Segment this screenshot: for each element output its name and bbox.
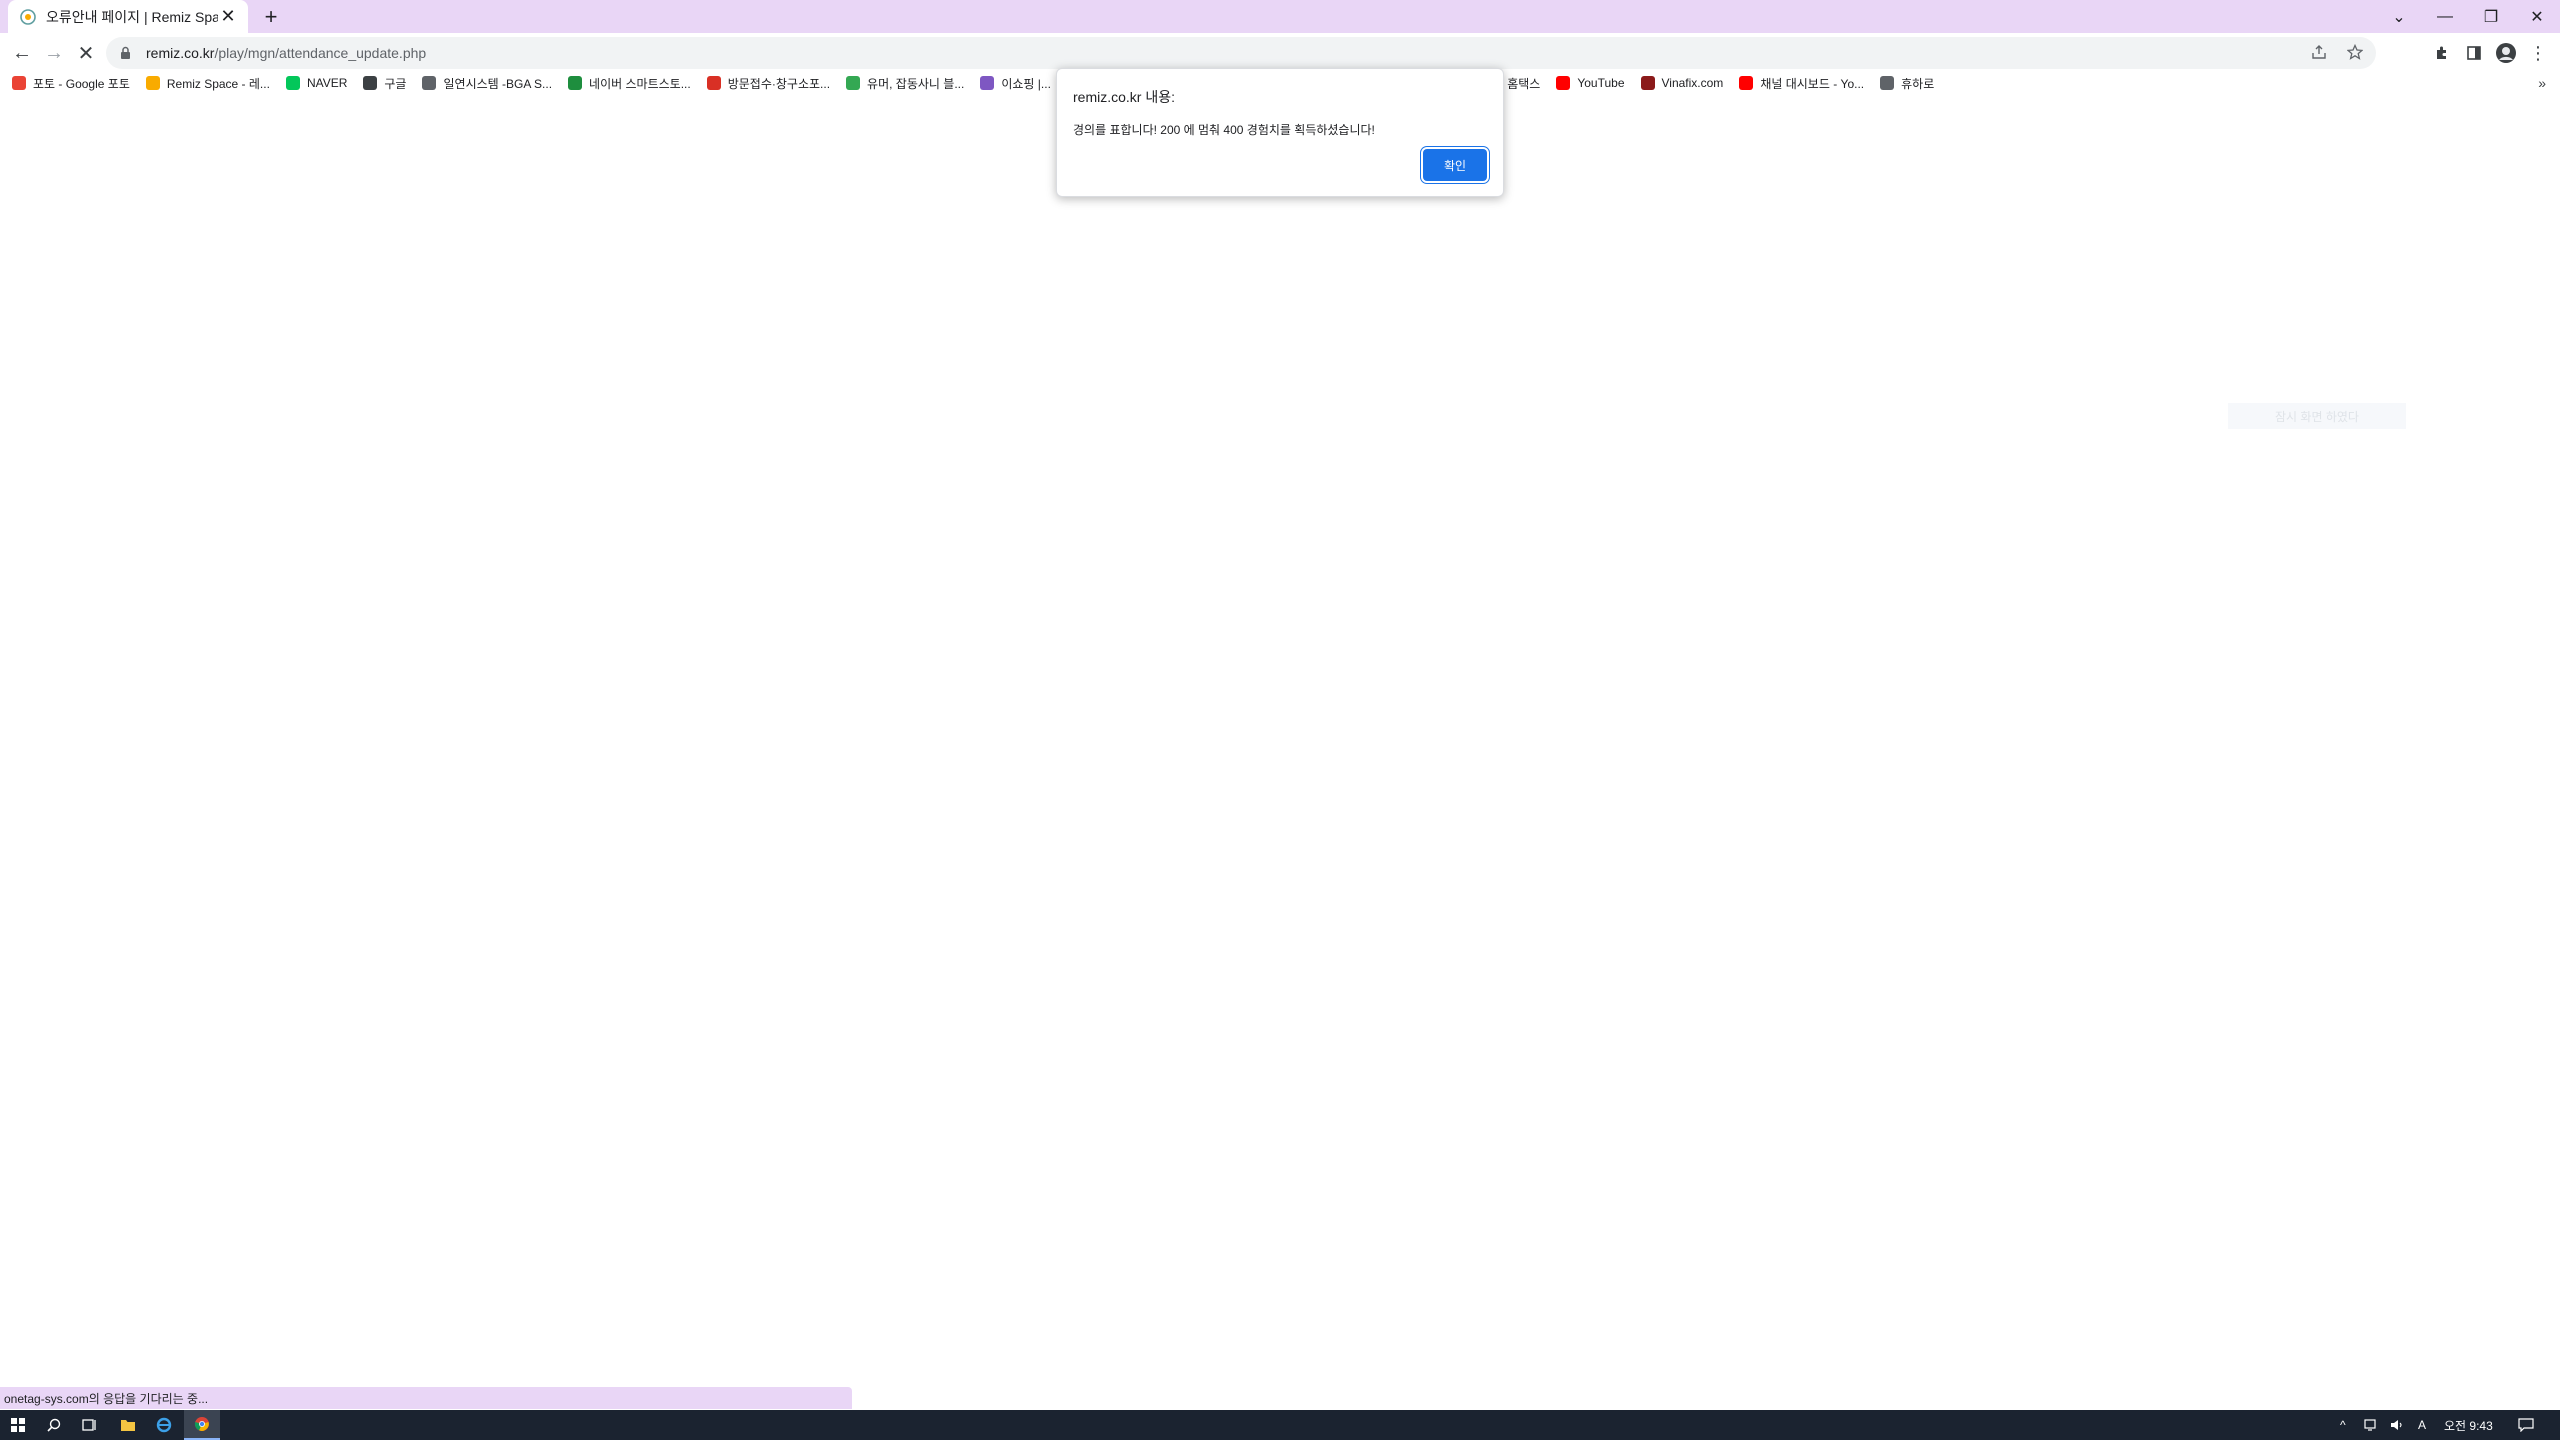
bookmark-item[interactable]: 방문접수·창구소포... [706,75,831,92]
dialog-message: 경의를 표합니다! 200 에 멈춰 400 경험치를 획득하셨습니다! [1073,123,1375,137]
smartstore-icon [568,76,583,90]
naver-icon [285,76,300,90]
bookmark-item[interactable]: Remiz Space - 레... [145,75,270,92]
bookmark-label: 휴하로 [1901,76,1935,91]
tab-strip: 오류안내 페이지 | Remiz Space ✕ + ⌄ — ❐ ✕ [0,0,2560,33]
browser-toolbar: ← → ✕ remiz.co.kr/play/mgn/attendance_up… [0,33,2560,73]
url-text[interactable]: remiz.co.kr/play/mgn/attendance_update.p… [146,45,426,61]
bookmark-item[interactable]: 이쇼핑 |... [980,75,1051,92]
chrome-taskbar-icon[interactable] [184,1410,220,1440]
extensions-icon[interactable] [2428,39,2456,67]
bookmark-label: NAVER [306,76,348,90]
remiz-favicon-icon [18,7,38,27]
remiz-icon [145,76,160,90]
google-photos-icon [12,76,26,90]
bookmark-label: 이쇼핑 |... [1001,76,1051,91]
alert-dialog: remiz.co.kr 내용: 경의를 표합니다! 200 에 멈춰 400 경… [1056,68,1504,197]
ime-indicator[interactable]: A [2418,1410,2426,1440]
bookmark-label: 유머, 잡동사니 블... [867,76,965,91]
bookmark-label: 네이버 스마트스토... [589,76,691,91]
bookmark-label: Vinafix.com [1661,76,1724,90]
new-tab-button[interactable]: + [258,4,284,30]
bookmark-label: 구글 [384,76,407,91]
gear-icon [422,76,437,90]
stop-loading-button[interactable]: ✕ [72,39,100,67]
lock-icon[interactable] [120,45,134,61]
vinafix-icon [1640,76,1655,90]
side-panel-icon[interactable] [2460,39,2488,67]
dialog-title: remiz.co.kr 내용: [1073,89,1175,105]
task-view-icon[interactable] [72,1410,108,1440]
menu-dots-icon[interactable]: ⋮ [2524,39,2552,67]
bookmark-item[interactable]: NAVER [285,76,348,90]
restore-button[interactable]: ❐ [2468,0,2514,33]
back-button[interactable]: ← [8,39,36,67]
bookmark-item[interactable]: Vinafix.com [1640,76,1724,90]
bookmark-item[interactable]: YouTube [1556,76,1625,90]
windows-taskbar: ^ A 오전 9:43 [0,1410,2560,1440]
bookmark-label: 일연시스템 -BGA S... [443,76,553,91]
internet-explorer-icon[interactable] [146,1410,182,1440]
bookmark-star-icon[interactable] [2344,41,2366,63]
globe-icon [363,76,378,90]
profile-avatar[interactable] [2492,39,2520,67]
background-notice-text: 잠시 화면 하였다 [2228,403,2406,429]
youtube-icon [1739,76,1754,90]
file-explorer-icon[interactable] [110,1410,146,1440]
bookmarks-overflow-icon[interactable]: » [2538,73,2546,93]
bookmark-label: 포토 - Google 포토 [33,76,130,91]
address-bar[interactable]: remiz.co.kr/play/mgn/attendance_update.p… [106,37,2376,69]
shop-icon [980,76,995,90]
tab-title: 오류안내 페이지 | Remiz Space [46,8,218,25]
bookmark-item[interactable]: 포토 - Google 포토 [12,75,130,92]
windows-start-icon[interactable] [0,1410,36,1440]
bookmark-item[interactable]: 구글 [363,75,406,92]
bookmark-label: Remiz Space - 레... [166,76,270,91]
bookmark-item[interactable]: 유머, 잡동사니 블... [846,75,964,92]
bookmark-label: YouTube [1577,76,1625,90]
close-window-button[interactable]: ✕ [2514,0,2560,33]
minimize-button[interactable]: — [2422,0,2468,33]
taskbar-clock[interactable]: 오전 9:43 [2444,1410,2493,1440]
tab-close-icon[interactable]: ✕ [218,6,238,27]
dialog-ok-button[interactable]: 확인 [1423,149,1487,181]
notification-icon[interactable] [2518,1410,2534,1440]
bookmark-item[interactable]: 채널 대시보드 - Yo... [1739,75,1864,92]
share-icon[interactable] [2308,41,2330,63]
post-icon [706,76,721,90]
tab-search-button[interactable]: ⌄ [2376,0,2422,33]
bookmark-label: 방문접수·창구소포... [727,76,831,91]
bookmark-item[interactable]: 일연시스템 -BGA S... [422,75,552,92]
network-icon[interactable] [2364,1410,2380,1440]
tab-active[interactable]: 오류안내 페이지 | Remiz Space ✕ [8,0,248,33]
bookmark-item[interactable]: 휴하로 [1880,75,1934,92]
search-icon[interactable] [36,1410,72,1440]
forward-button[interactable]: → [40,39,68,67]
status-bubble: onetag-sys.com의 응답을 기다리는 중... [0,1387,852,1409]
link-icon [1880,76,1895,90]
bookmark-label: 채널 대시보드 - Yo... [1760,76,1865,91]
bookmark-item[interactable]: 네이버 스마트스토... [568,75,691,92]
blog-icon [846,76,861,90]
tray-overflow-icon[interactable]: ^ [2340,1410,2346,1440]
youtube-icon [1556,76,1571,90]
volume-icon[interactable] [2390,1410,2404,1440]
